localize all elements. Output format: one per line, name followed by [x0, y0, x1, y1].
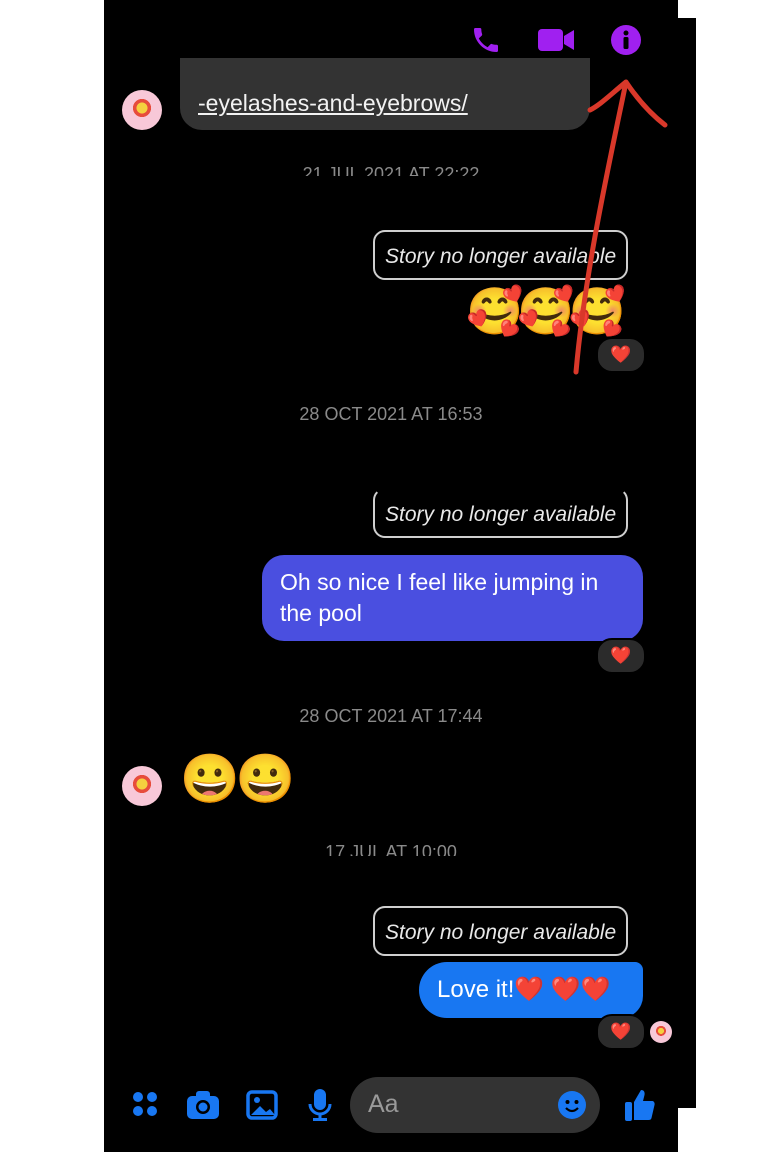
sent-message-bubble[interactable]: Love it!❤️ ❤️❤️ [419, 962, 643, 1018]
timestamp: 28 OCT 2021 AT 17:44 [299, 706, 483, 726]
emoji-message[interactable]: 😀😀 [180, 750, 296, 807]
seen-avatar [650, 1021, 672, 1043]
image-icon[interactable] [246, 1090, 278, 1120]
emoji-icon[interactable] [557, 1090, 587, 1120]
phone-icon[interactable] [470, 24, 502, 56]
story-unavailable[interactable]: Story no longer available [373, 906, 629, 956]
message-input-placeholder: Aa [368, 1090, 399, 1118]
heart-reaction[interactable]: ❤️ [596, 638, 646, 674]
menu-dots-icon[interactable] [131, 1090, 159, 1118]
story-unavailable[interactable]: Story no longer available [373, 488, 629, 538]
received-link-bubble[interactable]: -eyelashes-and-eyebrows/ [180, 58, 590, 130]
video-camera-icon[interactable] [537, 26, 575, 54]
red-annotation-arrow-icon [573, 79, 668, 375]
microphone-icon[interactable] [307, 1088, 333, 1122]
contact-avatar[interactable] [122, 766, 162, 806]
contact-avatar[interactable] [122, 90, 162, 130]
message-input[interactable]: Aa [350, 1077, 600, 1133]
thumbs-up-icon[interactable] [624, 1088, 656, 1122]
camera-icon[interactable] [186, 1090, 220, 1120]
timestamp: 28 OCT 2021 AT 16:53 [299, 404, 483, 424]
sent-message-bubble[interactable]: Oh so nice I feel like jumping in the po… [262, 555, 643, 641]
screen-edge [678, 18, 696, 1108]
heart-reaction[interactable]: ❤️ [596, 1014, 646, 1050]
info-icon[interactable] [610, 24, 642, 56]
link[interactable]: -eyelashes-and-eyebrows/ [198, 90, 468, 117]
timestamp: 17 JUL AT 10:00 [325, 842, 457, 856]
